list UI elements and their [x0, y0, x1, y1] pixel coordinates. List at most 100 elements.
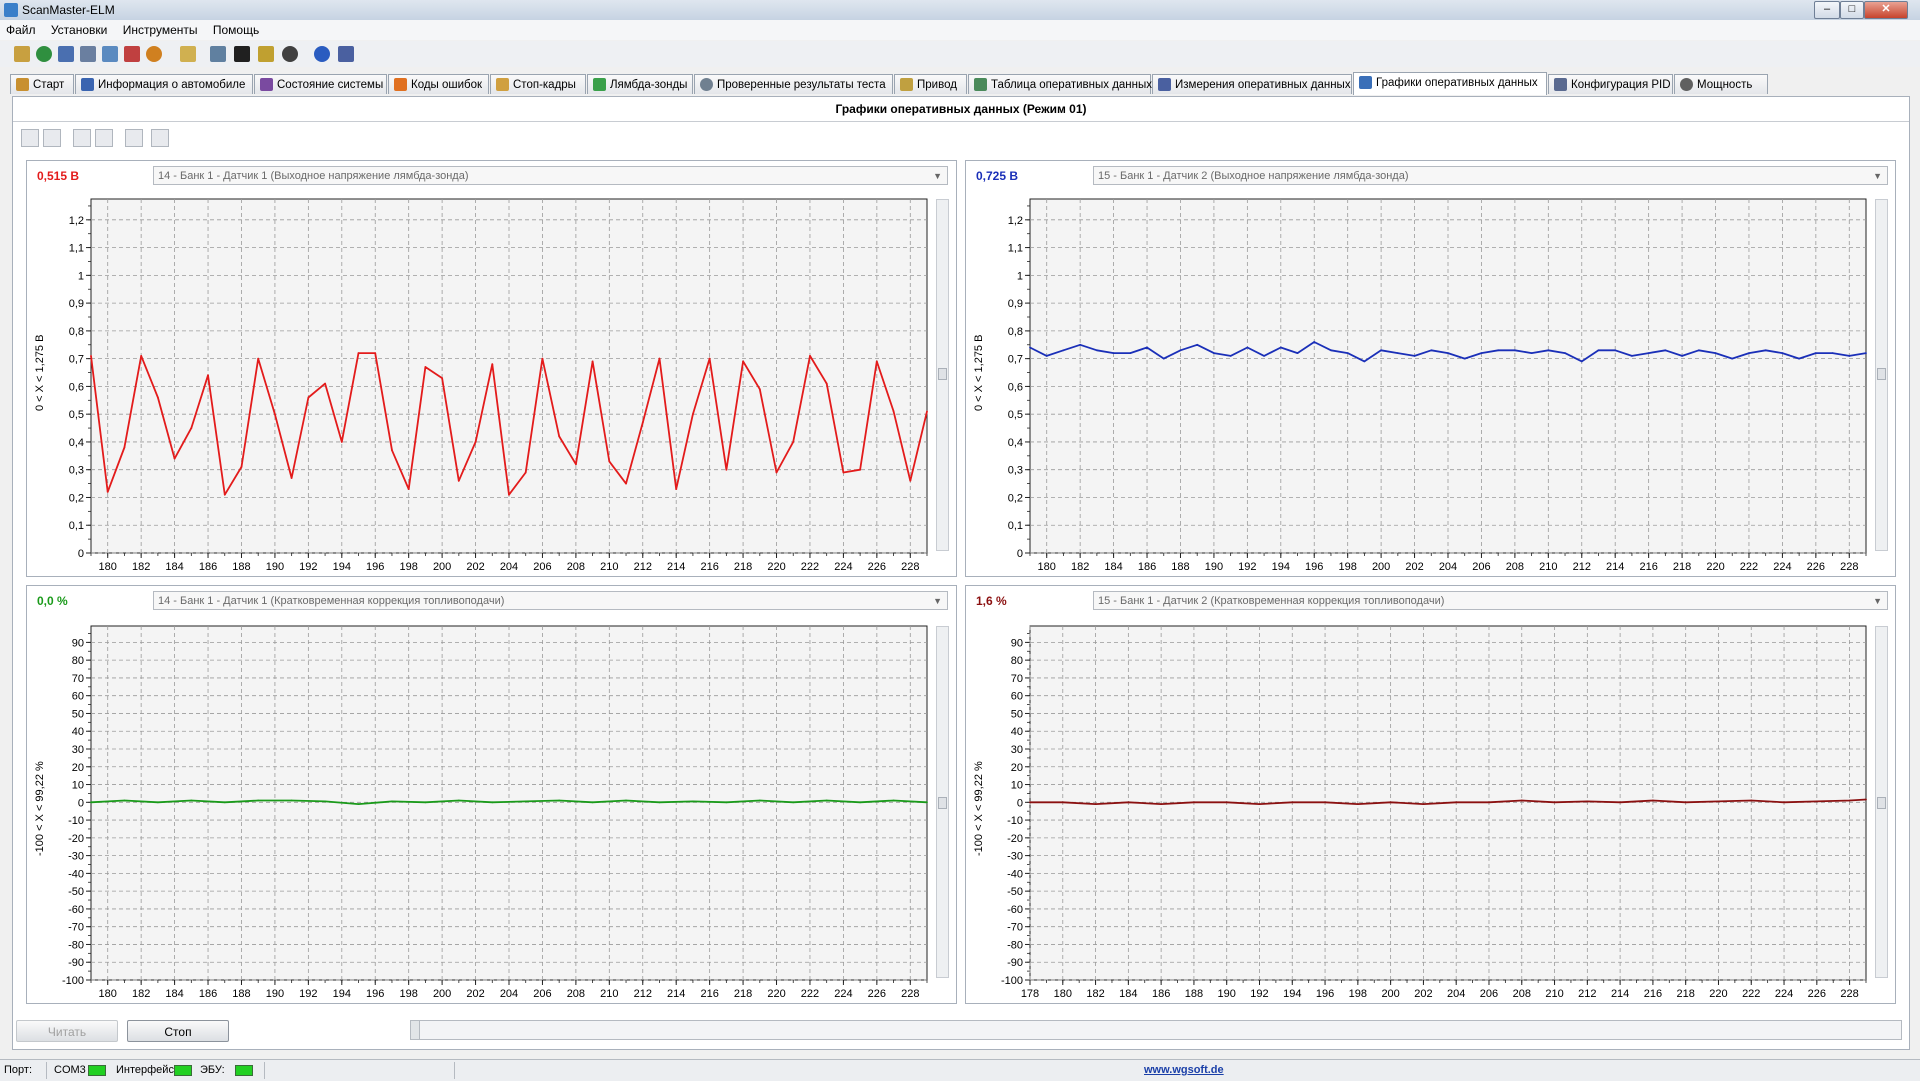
- x-tick-label: 180: [99, 561, 117, 573]
- tab-drive[interactable]: Привод: [894, 74, 967, 94]
- y-tick-label: 50: [72, 708, 84, 720]
- about-icon[interactable]: [314, 46, 330, 62]
- y-tick-label: -10: [68, 815, 84, 827]
- x-tick-label: 198: [1349, 988, 1367, 1000]
- print-preview-icon[interactable]: [125, 129, 143, 147]
- scrollbar-thumb[interactable]: [1877, 368, 1886, 380]
- interface-label: Интерфейс:: [116, 1064, 177, 1076]
- connect-icon[interactable]: [14, 46, 30, 62]
- tab-vehicle-info[interactable]: Информация о автомобиле: [75, 74, 253, 94]
- vertical-scrollbar[interactable]: [1875, 626, 1888, 978]
- data-point: [1681, 355, 1683, 357]
- data-point: [1225, 801, 1228, 804]
- tab-live-data-charts[interactable]: Графики оперативных данных: [1353, 72, 1547, 95]
- tab-live-data-table[interactable]: Таблица оперативных данных: [968, 74, 1152, 94]
- tab-power[interactable]: Мощность: [1674, 74, 1768, 94]
- x-tick-label: 228: [901, 561, 919, 573]
- data-point: [1380, 349, 1382, 352]
- position-slider[interactable]: [410, 1020, 1902, 1040]
- battery-icon[interactable]: [258, 46, 274, 62]
- y-tick-label: 1: [1017, 270, 1023, 282]
- menu-tools[interactable]: Инструменты: [117, 20, 204, 37]
- data-point: [1330, 349, 1332, 352]
- slider-thumb[interactable]: [411, 1021, 420, 1039]
- x-tick-label: 216: [700, 561, 718, 573]
- tab-error-codes[interactable]: Коды ошибок: [388, 74, 489, 94]
- save-icon[interactable]: [58, 46, 74, 62]
- x-tick-label: 226: [868, 988, 886, 1000]
- data-point: [892, 799, 895, 802]
- tab-start[interactable]: Старт: [10, 74, 74, 94]
- remove-chart-icon[interactable]: [43, 129, 61, 147]
- data-point: [658, 357, 661, 360]
- minimize-button[interactable]: –: [1814, 1, 1840, 19]
- y-tick-label: 0,3: [1008, 465, 1023, 477]
- report-icon[interactable]: [124, 46, 140, 62]
- scrollbar-thumb[interactable]: [1877, 797, 1886, 809]
- save-icon[interactable]: [95, 129, 113, 147]
- disk-icon[interactable]: [282, 46, 298, 62]
- data-point: [1447, 352, 1449, 354]
- data-point: [558, 435, 561, 438]
- vertical-scrollbar[interactable]: [936, 199, 949, 551]
- y-tick-label: -20: [68, 833, 84, 845]
- data-point: [524, 800, 527, 803]
- menu-file[interactable]: Файл: [0, 20, 42, 37]
- stop-button[interactable]: Стоп: [127, 1020, 229, 1042]
- book-icon[interactable]: [338, 46, 354, 62]
- y-tick-label: 0,8: [69, 326, 84, 338]
- tab-freeze-frames[interactable]: Стоп-кадры: [490, 74, 586, 94]
- tab-live-data-measurements[interactable]: Измерения оперативных данных: [1152, 74, 1352, 94]
- menu-help[interactable]: Помощь: [207, 20, 265, 37]
- print-icon[interactable]: [151, 129, 169, 147]
- y-tick-label: -40: [1007, 868, 1023, 880]
- x-tick-label: 214: [667, 988, 685, 1000]
- data-point: [725, 801, 728, 804]
- table-icon[interactable]: [80, 46, 96, 62]
- y-tick-label: 0,5: [69, 409, 84, 421]
- tab-label: Графики оперативных данных: [1376, 77, 1538, 89]
- vertical-scrollbar[interactable]: [936, 626, 949, 978]
- data-point: [1196, 343, 1199, 346]
- clipboard-icon[interactable]: [180, 46, 196, 62]
- x-tick-label: 182: [132, 561, 150, 573]
- tab-system-status[interactable]: Состояние системы: [254, 74, 387, 94]
- add-chart-icon[interactable]: [21, 129, 39, 147]
- maximize-button[interactable]: □: [1840, 1, 1864, 19]
- scrollbar-thumb[interactable]: [938, 797, 947, 809]
- x-tick-label: 178: [1021, 988, 1039, 1000]
- x-tick-label: 198: [400, 561, 418, 573]
- x-tick-label: 202: [466, 561, 484, 573]
- data-point: [1129, 352, 1132, 354]
- monitor-icon[interactable]: [210, 46, 226, 62]
- data-point: [708, 357, 711, 360]
- data-point: [1580, 360, 1583, 363]
- y-tick-label: 90: [1011, 637, 1023, 649]
- x-tick-label: 196: [366, 561, 384, 573]
- scrollbar-thumb[interactable]: [938, 368, 947, 380]
- data-point: [591, 360, 594, 363]
- read-button[interactable]: Читать: [16, 1020, 118, 1042]
- x-tick-label: 182: [1071, 561, 1089, 573]
- tab-test-results[interactable]: Проверенные результаты теста: [694, 74, 893, 94]
- data-point: [1029, 346, 1031, 349]
- data-point: [1324, 801, 1326, 804]
- fuel-icon[interactable]: [146, 46, 162, 62]
- data-point: [324, 800, 326, 803]
- x-tick-label: 204: [500, 561, 518, 573]
- website-link[interactable]: www.wgsoft.de: [1144, 1064, 1224, 1076]
- tab-pid-config[interactable]: Конфигурация PID: [1548, 74, 1673, 94]
- close-button[interactable]: ✕: [1864, 1, 1908, 19]
- vertical-scrollbar[interactable]: [1875, 199, 1888, 551]
- globe-icon[interactable]: [36, 46, 52, 62]
- terminal-icon[interactable]: [234, 46, 250, 62]
- menu-settings[interactable]: Установки: [45, 20, 113, 37]
- chart-icon[interactable]: [102, 46, 118, 62]
- y-tick-label: 0,9: [1008, 298, 1023, 310]
- tab-o2-sensors[interactable]: Лямбда-зонды: [587, 74, 693, 94]
- open-icon[interactable]: [73, 129, 91, 147]
- chart-plot: 1,2 1,1 1 0,9 0,8 0,7 0,6 0,5 0,4 0,3 0,2 0,1 0 180 18…: [69, 198, 928, 573]
- x-tick-label: 190: [266, 988, 284, 1000]
- x-tick-label: 218: [734, 561, 752, 573]
- y-tick-label: -70: [1007, 922, 1023, 934]
